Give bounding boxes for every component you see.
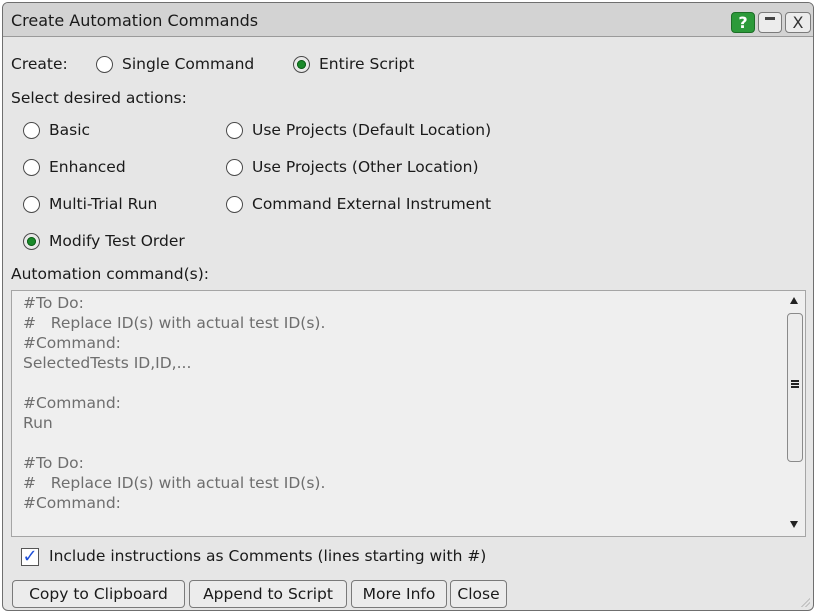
resize-grip-icon[interactable]	[800, 597, 810, 607]
radio-entire-script[interactable]	[293, 56, 310, 73]
radio-enhanced-label[interactable]: Enhanced	[49, 158, 126, 176]
commands-label: Automation command(s):	[11, 265, 209, 283]
radio-modify-test-order-label[interactable]: Modify Test Order	[49, 232, 185, 250]
radio-projects-other[interactable]	[226, 159, 243, 176]
radio-multi-trial-label[interactable]: Multi-Trial Run	[49, 195, 157, 213]
help-icon: ?	[738, 13, 748, 32]
close-window-button[interactable]: X	[785, 12, 811, 33]
include-comments-checkbox[interactable]: ✓	[21, 546, 39, 567]
include-comments-label[interactable]: Include instructions as Comments (lines …	[49, 547, 486, 565]
commands-textarea[interactable]: #To Do: # Replace ID(s) with actual test…	[11, 290, 806, 537]
more-info-button[interactable]: More Info	[351, 580, 447, 608]
radio-enhanced[interactable]	[23, 159, 40, 176]
create-label: Create:	[11, 55, 68, 73]
close-button[interactable]: Close	[450, 580, 507, 608]
automation-dialog: Create Automation Commands ? X Create: S…	[2, 2, 814, 611]
minimize-icon	[765, 17, 775, 20]
radio-basic-label[interactable]: Basic	[49, 121, 90, 139]
radio-external-instrument-label[interactable]: Command External Instrument	[252, 195, 491, 213]
append-to-script-button[interactable]: Append to Script	[189, 580, 347, 608]
title-bar[interactable]: Create Automation Commands ? X	[3, 3, 813, 37]
actions-heading: Select desired actions:	[11, 89, 187, 107]
radio-multi-trial[interactable]	[23, 196, 40, 213]
window-title: Create Automation Commands	[11, 11, 259, 30]
grip-icon	[791, 380, 799, 388]
copy-to-clipboard-button[interactable]: Copy to Clipboard	[12, 580, 185, 608]
scroll-up-arrow-icon[interactable]	[790, 297, 798, 304]
radio-basic[interactable]	[23, 122, 40, 139]
radio-projects-default[interactable]	[226, 122, 243, 139]
scroll-thumb[interactable]	[787, 313, 803, 462]
radio-projects-other-label[interactable]: Use Projects (Other Location)	[252, 158, 479, 176]
radio-single-command-label[interactable]: Single Command	[122, 55, 254, 73]
vertical-scrollbar[interactable]	[785, 291, 805, 536]
scroll-down-arrow-icon[interactable]	[790, 521, 798, 528]
minimize-button[interactable]	[758, 12, 782, 33]
help-button[interactable]: ?	[731, 12, 755, 33]
close-icon: X	[792, 13, 804, 32]
checkmark-icon: ✓	[22, 546, 38, 567]
radio-projects-default-label[interactable]: Use Projects (Default Location)	[252, 121, 491, 139]
commands-text[interactable]: #To Do: # Replace ID(s) with actual test…	[23, 293, 325, 513]
radio-single-command[interactable]	[96, 56, 113, 73]
radio-modify-test-order[interactable]	[23, 233, 40, 250]
radio-entire-script-label[interactable]: Entire Script	[319, 55, 414, 73]
radio-external-instrument[interactable]	[226, 196, 243, 213]
